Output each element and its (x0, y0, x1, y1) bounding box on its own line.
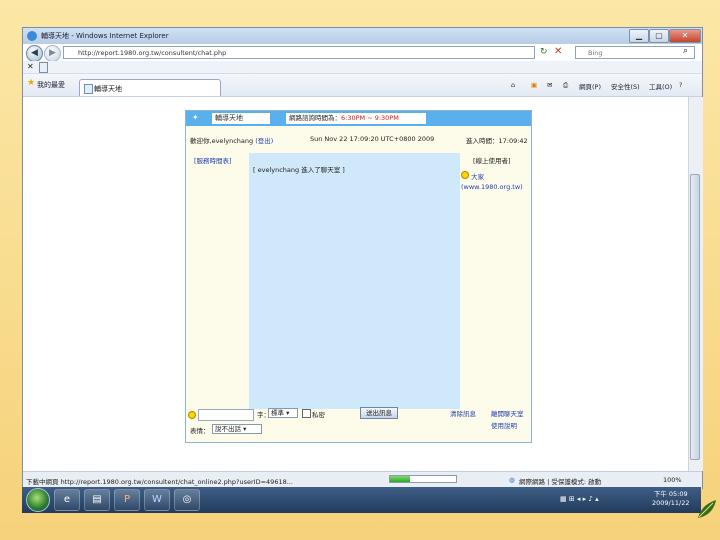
online-users-title: [線上使用者] (473, 157, 511, 165)
ie-logo-icon (27, 31, 37, 41)
online-user-row[interactable]: 大家 (461, 171, 523, 181)
emotion-select[interactable]: 說不出話 ▾ (212, 424, 262, 434)
ie-taskbar-icon[interactable]: e (54, 489, 80, 511)
taskbar: e ▤ P W ◎ ▦ ⊞ ◂ ▸ ♪ ▴ 下午 05:09 2009/11/2… (22, 487, 701, 513)
room-icon: ✦ (192, 113, 199, 122)
current-datetime: Sun Nov 22 17:09:20 UTC+0800 2009 (310, 135, 435, 143)
stop-icon[interactable]: ✕ (554, 46, 562, 57)
user-id: evelynchang (211, 137, 254, 145)
zone-text: 網際網路 | 受保護模式: 啟動 (519, 478, 602, 486)
page-menu[interactable]: 網頁(P) (579, 81, 601, 91)
font-size-value: 標準 (271, 409, 284, 417)
login-time-label: 進入時間： (466, 137, 499, 145)
globe-icon: ◍ (509, 476, 515, 484)
forward-button[interactable]: ▶ (44, 45, 61, 62)
logout-link[interactable]: (登出) (255, 137, 273, 145)
chat-header: ✦ 輔導天地 網路諮詢時間為：6:30PM ~ 9:30PM (186, 111, 531, 126)
online-users-panel: [線上使用者] 大家 (www.1980.org.tw) (461, 151, 523, 191)
safety-menu[interactable]: 安全性(S) (611, 81, 640, 91)
back-button[interactable]: ◀ (26, 45, 43, 62)
menu-bar: ✕ (23, 61, 702, 74)
help-link[interactable]: 使用說明 (491, 420, 517, 430)
zoom-level[interactable]: 100% (663, 476, 682, 484)
search-icon[interactable]: ⌕ (683, 46, 688, 56)
minimize-button[interactable]: ▁ (629, 29, 649, 43)
leaf-decoration-icon (698, 500, 716, 518)
leave-link[interactable]: 離開聊天室 (491, 408, 524, 418)
load-progress-fill (390, 476, 410, 482)
page-icon (39, 62, 48, 73)
hours-value: 6:30PM ~ 9:30PM (341, 114, 399, 122)
explorer-taskbar-icon[interactable]: ▤ (84, 489, 110, 511)
clear-link[interactable]: 清除訊息 (450, 408, 476, 418)
maximize-button[interactable]: ▢ (649, 29, 669, 43)
room-name: 輔導天地 (212, 113, 270, 124)
print-icon[interactable]: ⎙ (563, 81, 568, 90)
emotion-value: 說不出話 (215, 425, 241, 433)
browser-tab[interactable]: 輔導天地 (79, 79, 221, 96)
emotion-label: 表情： (190, 427, 210, 435)
media-taskbar-icon[interactable]: ◎ (174, 489, 200, 511)
online-user-site: (www.1980.org.tw) (461, 183, 523, 191)
login-time: 進入時間：17:09:42 (466, 135, 528, 145)
hours-label: 網路諮詢時間為： (289, 114, 341, 122)
word-taskbar-icon[interactable]: W (144, 489, 170, 511)
message-area: [ evelynchang 進入了聊天室 ] (249, 153, 460, 409)
load-progress (389, 475, 457, 483)
close-tab-icon[interactable]: ✕ (27, 62, 34, 71)
scrollbar-thumb[interactable] (690, 174, 700, 460)
send-button[interactable]: 送出訊息 (360, 407, 398, 419)
welcome-text: 歡迎你,evelynchang (登出) (190, 135, 273, 145)
home-icon[interactable]: ⌂ (511, 81, 515, 89)
start-button[interactable] (26, 488, 50, 512)
message-input[interactable] (198, 409, 254, 421)
tray-icons[interactable]: ▦ ⊞ ◂ ▸ ♪ ▴ (560, 495, 599, 503)
close-window-button[interactable]: ✕ (669, 29, 701, 43)
emoticon-icon[interactable] (188, 411, 196, 419)
welcome-label: 歡迎你, (190, 137, 212, 145)
login-time-value: 17:09:42 (498, 137, 528, 145)
star-icon: ★ (27, 78, 36, 88)
address-bar[interactable]: http://report.1980.org.tw/consultent/cha… (63, 46, 535, 59)
chat-room: ✦ 輔導天地 網路諮詢時間為：6:30PM ~ 9:30PM 歡迎你,evely… (185, 110, 532, 443)
system-message: [ evelynchang 進入了聊天室 ] (253, 166, 345, 174)
browser-window: 輔導天地 - Windows Internet Explorer ▁ ▢ ✕ ◀… (22, 27, 703, 489)
status-text: 下載中網頁 http://report.1980.org.tw/consulte… (26, 478, 293, 486)
private-label: 私密 (312, 411, 325, 419)
clock[interactable]: 下午 05:09 2009/11/22 (652, 490, 689, 508)
tools-menu[interactable]: 工具(O) (649, 81, 672, 91)
refresh-icon[interactable]: ↻ (540, 47, 548, 57)
title-bar: 輔導天地 - Windows Internet Explorer ▁ ▢ ✕ (23, 28, 702, 44)
smiley-icon (461, 171, 469, 179)
favorites-button[interactable]: 我的最愛 (37, 80, 65, 90)
font-size-select[interactable]: 標準 ▾ (268, 408, 298, 418)
tab-page-icon (84, 84, 93, 94)
feeds-icon[interactable]: ▣ (531, 81, 537, 89)
clock-time: 下午 05:09 (653, 490, 688, 498)
online-user-name[interactable]: 大家 (471, 173, 484, 181)
search-input[interactable]: Bing (575, 46, 695, 59)
help-menu[interactable]: ? (679, 81, 682, 89)
window-title: 輔導天地 - Windows Internet Explorer (41, 32, 169, 40)
clock-date: 2009/11/22 (652, 499, 690, 507)
powerpoint-taskbar-icon[interactable]: P (114, 489, 140, 511)
service-hours: 網路諮詢時間為：6:30PM ~ 9:30PM (286, 113, 426, 124)
private-checkbox[interactable] (302, 409, 311, 418)
tab-label: 輔導天地 (94, 85, 122, 93)
mail-icon[interactable]: ✉ (547, 81, 552, 89)
schedule-link[interactable]: [服務時間表] (194, 155, 232, 165)
